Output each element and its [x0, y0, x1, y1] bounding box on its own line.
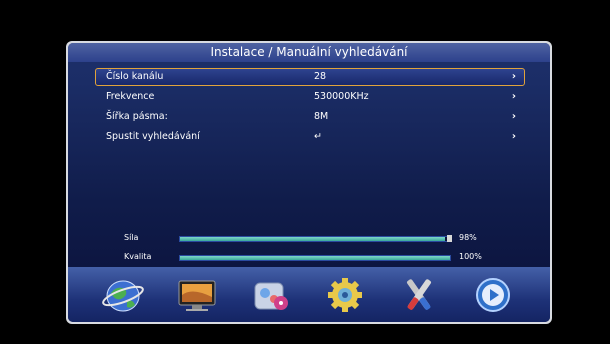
signal-quality-label: Kvalita [124, 252, 152, 261]
menu-item-start-search[interactable]: Spustit vyhledávání ↵ › [95, 128, 525, 146]
signal-strength-bar [179, 235, 452, 242]
play-icon[interactable] [471, 275, 515, 315]
menu-item-channel-number[interactable]: Číslo kanálu 28 › [95, 68, 525, 86]
page-title: Instalace / Manuální vyhledávání [68, 43, 550, 62]
chevron-right-icon[interactable]: › [512, 89, 516, 105]
main-menu-dock [68, 267, 550, 322]
signal-strength-fill [180, 237, 445, 241]
menu-item-label: Šířka pásma: [106, 111, 168, 122]
menu-item-label: Spustit vyhledávání [106, 131, 200, 142]
chevron-right-icon[interactable]: › [512, 69, 516, 85]
settings-gear-icon[interactable] [323, 275, 367, 315]
settings-menu: Číslo kanálu 28 › Frekvence 530000KHz › … [95, 68, 525, 148]
enter-icon: ↵ [314, 131, 322, 142]
tools-icon[interactable] [397, 275, 441, 315]
signal-strength-marker [447, 235, 452, 242]
manual-search-panel: Instalace / Manuální vyhledávání Číslo k… [68, 43, 550, 322]
menu-item-label: Frekvence [106, 91, 155, 102]
menu-item-label: Číslo kanálu [106, 71, 164, 82]
chevron-right-icon[interactable]: › [512, 129, 516, 145]
signal-quality-bar [179, 255, 451, 261]
channel-number-value: 28 [314, 71, 327, 82]
signal-quality-fill [180, 256, 450, 260]
media-icon[interactable] [249, 275, 293, 315]
globe-icon[interactable] [101, 275, 145, 315]
bandwidth-value: 8M [314, 111, 329, 122]
chevron-right-icon[interactable]: › [512, 109, 516, 125]
signal-quality-value: 100% [459, 252, 482, 261]
menu-item-bandwidth[interactable]: Šířka pásma: 8M › [95, 108, 525, 126]
frequency-value: 530000KHz [314, 91, 369, 102]
menu-item-frequency[interactable]: Frekvence 530000KHz › [95, 88, 525, 106]
signal-strength-value: 98% [459, 233, 477, 242]
tv-monitor-icon[interactable] [175, 275, 219, 315]
signal-strength-label: Síla [124, 233, 139, 242]
